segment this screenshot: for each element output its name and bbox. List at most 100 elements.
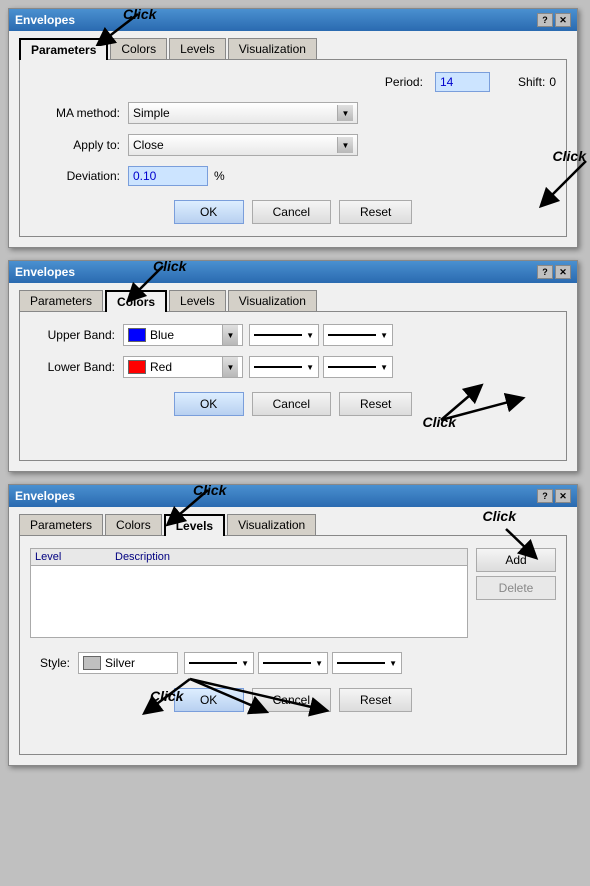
dialog2-tab-content: Upper Band: Blue ▼ ▼ ▼ <box>19 311 567 461</box>
upper-band-line-width-preview <box>328 334 376 336</box>
tab-parameters-3[interactable]: Parameters <box>19 514 103 536</box>
lower-band-line-arrow: ▼ <box>306 363 314 372</box>
reset-button-2[interactable]: Reset <box>339 392 412 416</box>
deviation-unit: % <box>214 169 225 183</box>
help-button-2[interactable]: ? <box>537 265 553 279</box>
tab-levels-2[interactable]: Levels <box>169 290 226 312</box>
upper-band-width-arrow: ▼ <box>380 331 388 340</box>
style-color-select[interactable]: Silver <box>78 652 178 674</box>
upper-band-line-arrow: ▼ <box>306 331 314 340</box>
upper-band-line-style[interactable]: ▼ <box>249 324 319 346</box>
upper-band-arrow: ▼ <box>222 325 238 345</box>
reset-button-3[interactable]: Reset <box>339 688 412 712</box>
apply-to-value: Close <box>133 138 337 152</box>
titlebar-buttons-3: ? ✕ <box>537 489 571 503</box>
upper-band-color-name: Blue <box>150 328 222 342</box>
tab-colors-1[interactable]: Colors <box>110 38 167 60</box>
dialog2: Envelopes ? ✕ Parameters Colors Levels V… <box>8 260 578 472</box>
close-button-3[interactable]: ✕ <box>555 489 571 503</box>
add-button-3[interactable]: Add <box>476 548 556 572</box>
upper-band-row: Upper Band: Blue ▼ ▼ ▼ <box>30 324 556 346</box>
click-label-1b: Click <box>553 148 586 164</box>
tab-levels-1[interactable]: Levels <box>169 38 226 60</box>
dialog3-buttons: OK Cancel Reset <box>30 688 556 712</box>
dialog2-titlebar: Envelopes ? ✕ <box>9 261 577 283</box>
deviation-input[interactable] <box>128 166 208 186</box>
upper-band-line-width[interactable]: ▼ <box>323 324 393 346</box>
dialog1: Envelopes ? ✕ Parameters Colors Levels V… <box>8 8 578 248</box>
tab-parameters-1[interactable]: Parameters <box>19 38 108 60</box>
ok-button-2[interactable]: OK <box>174 392 244 416</box>
style-line-width[interactable]: ▼ <box>258 652 328 674</box>
apply-to-row: Apply to: Close ▼ <box>30 134 556 156</box>
style-line-extra[interactable]: ▼ <box>332 652 402 674</box>
style-line-arrow: ▼ <box>241 659 249 668</box>
dialog2-wrapper: Click Envelopes ? ✕ Parameters Colors <box>8 260 582 472</box>
ok-button-1[interactable]: OK <box>174 200 244 224</box>
dialog1-tab-content: Period: Shift: 0 MA method: Simple ▼ <box>19 59 567 237</box>
tab-colors-2[interactable]: Colors <box>105 290 167 312</box>
titlebar-buttons-1: ? ✕ <box>537 13 571 27</box>
levels-action-buttons: Add Delete <box>476 548 556 644</box>
style-line-preview <box>189 662 237 664</box>
reset-button-1[interactable]: Reset <box>339 200 412 224</box>
dialog3-body: Parameters Colors Levels Visualization <box>9 507 577 765</box>
style-line-width-preview <box>263 662 311 664</box>
lower-band-color-select[interactable]: Red ▼ <box>123 356 243 378</box>
tab-visualization-2[interactable]: Visualization <box>228 290 317 312</box>
help-button-1[interactable]: ? <box>537 13 553 27</box>
ok-button-3[interactable]: OK <box>174 688 244 712</box>
style-label: Style: <box>30 656 70 670</box>
levels-content: Click Level Des <box>30 548 556 644</box>
levels-table-area: Click Level Des <box>30 548 468 644</box>
tab-levels-3[interactable]: Levels <box>164 514 225 536</box>
click-label-1: Click <box>123 6 156 22</box>
tab-visualization-1[interactable]: Visualization <box>228 38 317 60</box>
levels-col-desc-header: Description <box>115 551 463 563</box>
dialog2-buttons: OK Cancel Reset <box>30 392 556 416</box>
style-line-style[interactable]: ▼ <box>184 652 254 674</box>
cancel-button-3[interactable]: Cancel <box>252 688 331 712</box>
click-label-3b: Click <box>483 508 516 524</box>
upper-band-swatch <box>128 328 146 342</box>
cancel-button-2[interactable]: Cancel <box>252 392 331 416</box>
style-extra-arrow: ▼ <box>389 659 397 668</box>
apply-to-select[interactable]: Close ▼ <box>128 134 358 156</box>
upper-band-color-select[interactable]: Blue ▼ <box>123 324 243 346</box>
dialog3-tab-content: Click Level Des <box>19 535 567 755</box>
ma-method-arrow: ▼ <box>337 105 353 121</box>
lower-band-row: Lower Band: Red ▼ ▼ ▼ <box>30 356 556 378</box>
lower-band-width-arrow: ▼ <box>380 363 388 372</box>
delete-button-3[interactable]: Delete <box>476 576 556 600</box>
close-button-1[interactable]: ✕ <box>555 13 571 27</box>
tab-colors-3[interactable]: Colors <box>105 514 162 536</box>
lower-band-line-width-preview <box>328 366 376 368</box>
lower-band-swatch <box>128 360 146 374</box>
dialog3: Envelopes ? ✕ Parameters Colors Levels V… <box>8 484 578 766</box>
period-input[interactable] <box>435 72 490 92</box>
click-label-2b: Click <box>423 414 456 430</box>
cancel-button-1[interactable]: Cancel <box>252 200 331 224</box>
click-label-2: Click <box>153 258 186 274</box>
dialog2-title: Envelopes <box>15 265 75 279</box>
tab-visualization-3[interactable]: Visualization <box>227 514 316 536</box>
dialog2-body: Parameters Colors Levels Visualization U… <box>9 283 577 471</box>
lower-band-line-width[interactable]: ▼ <box>323 356 393 378</box>
dialog2-tabs: Parameters Colors Levels Visualization <box>19 289 567 311</box>
help-button-3[interactable]: ? <box>537 489 553 503</box>
lower-band-color-name: Red <box>150 360 222 374</box>
ma-method-select[interactable]: Simple ▼ <box>128 102 358 124</box>
dialog1-body: Parameters Colors Levels Visualization P… <box>9 31 577 247</box>
levels-table-header: Level Description <box>31 549 467 566</box>
tab-parameters-2[interactable]: Parameters <box>19 290 103 312</box>
upper-band-line-preview <box>254 334 302 336</box>
style-swatch <box>83 656 101 670</box>
apply-to-label: Apply to: <box>30 138 120 152</box>
click-label-3c: Click <box>150 688 183 704</box>
lower-band-line-style[interactable]: ▼ <box>249 356 319 378</box>
apply-to-arrow: ▼ <box>337 137 353 153</box>
close-button-2[interactable]: ✕ <box>555 265 571 279</box>
style-width-arrow: ▼ <box>315 659 323 668</box>
dialog1-wrapper: Click Envelopes ? ✕ Parameters Colors <box>8 8 582 248</box>
lower-band-label: Lower Band: <box>30 360 115 374</box>
